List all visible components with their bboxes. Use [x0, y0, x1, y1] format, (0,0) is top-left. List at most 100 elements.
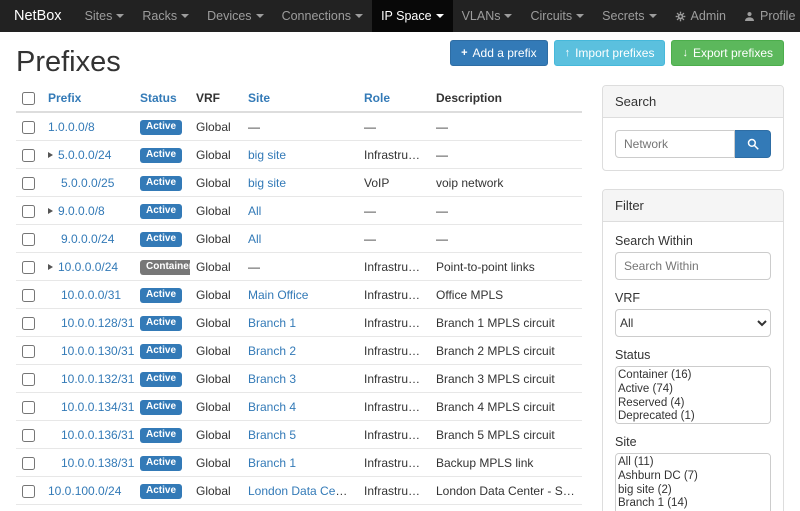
expand-arrow-icon[interactable]: [48, 264, 53, 270]
site-link[interactable]: big site: [248, 176, 286, 190]
table-row: 10.0.0.132/31ActiveGlobalBranch 3Infrast…: [16, 365, 582, 393]
row-checkbox[interactable]: [22, 457, 35, 470]
row-checkbox[interactable]: [22, 205, 35, 218]
brand-logo[interactable]: NetBox: [0, 0, 76, 32]
row-checkbox[interactable]: [22, 429, 35, 442]
nav-item-vlans[interactable]: VLANs: [453, 0, 522, 32]
row-checkbox[interactable]: [22, 121, 35, 134]
expand-arrow-icon[interactable]: [48, 152, 53, 158]
status-label: Status: [615, 348, 771, 362]
table-row: 10.0.100.0/24ActiveGlobalLondon Data Cen…: [16, 477, 582, 505]
row-checkbox[interactable]: [22, 261, 35, 274]
select-all-checkbox[interactable]: [22, 92, 35, 105]
row-checkbox[interactable]: [22, 177, 35, 190]
prefix-table-container: Prefix Status VRF Site Role Description …: [16, 85, 582, 511]
sort-status-header[interactable]: Status: [140, 91, 177, 105]
gear-icon: [675, 11, 686, 22]
import-prefixes-button[interactable]: ↑ Import prefixes: [554, 40, 666, 66]
table-row: 10.0.0.130/31ActiveGlobalBranch 2Infrast…: [16, 337, 582, 365]
role-cell: Infrastructure: [358, 253, 430, 281]
site-select[interactable]: All (11)Ashburn DC (7)big site (2)Branch…: [615, 453, 771, 511]
admin-link[interactable]: Admin: [666, 0, 735, 32]
prefix-link[interactable]: 10.0.0.0/31: [61, 288, 121, 302]
row-checkbox[interactable]: [22, 149, 35, 162]
status-select[interactable]: Container (16)Active (74)Reserved (4)Dep…: [615, 366, 771, 424]
site-cell: —: [248, 120, 260, 134]
prefix-link[interactable]: 5.0.0.0/25: [61, 176, 114, 190]
search-icon: [747, 138, 759, 150]
sort-site-header[interactable]: Site: [248, 91, 270, 105]
role-cell: Infrastructure: [358, 393, 430, 421]
nav-item-devices[interactable]: Devices: [198, 0, 272, 32]
search-button[interactable]: [735, 130, 771, 158]
top-navbar: NetBox SitesRacksDevicesConnectionsIP Sp…: [0, 0, 800, 32]
vrf-cell: Global: [190, 309, 242, 337]
row-checkbox[interactable]: [22, 401, 35, 414]
status-badge: Container: [140, 260, 190, 275]
add-prefix-button[interactable]: + Add a prefix: [450, 40, 547, 66]
role-cell: —: [358, 225, 430, 253]
row-checkbox[interactable]: [22, 485, 35, 498]
vrf-cell: Global: [190, 112, 242, 141]
role-cell: Infrastructure: [358, 477, 430, 505]
prefix-link[interactable]: 10.0.0.136/31: [61, 428, 134, 442]
search-within-input[interactable]: [615, 252, 771, 280]
profile-link[interactable]: Profile: [735, 0, 800, 32]
row-checkbox[interactable]: [22, 289, 35, 302]
site-link[interactable]: big site: [248, 148, 286, 162]
status-badge: Active: [140, 484, 182, 499]
nav-item-racks[interactable]: Racks: [133, 0, 198, 32]
nav-item-connections[interactable]: Connections: [273, 0, 373, 32]
nav-item-sites[interactable]: Sites: [76, 0, 134, 32]
sidebar: Search: [602, 85, 784, 511]
table-row: 1.0.0.0/8ActiveGlobal———: [16, 112, 582, 141]
table-row: 10.0.0.138/31ActiveGlobalBranch 1Infrast…: [16, 449, 582, 477]
status-badge: Active: [140, 344, 182, 359]
vrf-cell: Global: [190, 281, 242, 309]
sort-role-header[interactable]: Role: [364, 91, 390, 105]
prefix-link[interactable]: 10.0.0.0/24: [58, 260, 118, 274]
chevron-down-icon: [181, 14, 189, 18]
row-checkbox[interactable]: [22, 317, 35, 330]
prefix-link[interactable]: 9.0.0.0/24: [61, 232, 114, 246]
site-link[interactable]: Branch 3: [248, 372, 296, 386]
filter-panel: Filter Search Within VRF All Status Cont…: [602, 189, 784, 511]
row-checkbox[interactable]: [22, 373, 35, 386]
description-header: Description: [430, 85, 582, 112]
expand-arrow-icon[interactable]: [48, 208, 53, 214]
search-panel-heading: Search: [603, 86, 783, 118]
nav-item-ip-space[interactable]: IP Space: [372, 0, 453, 32]
prefix-link[interactable]: 10.0.0.132/31: [61, 372, 134, 386]
search-input[interactable]: [615, 130, 735, 158]
export-prefixes-button[interactable]: ↓ Export prefixes: [671, 40, 784, 66]
row-checkbox[interactable]: [22, 233, 35, 246]
prefix-link[interactable]: 1.0.0.0/8: [48, 120, 95, 134]
prefix-link[interactable]: 10.0.0.134/31: [61, 400, 134, 414]
vrf-select[interactable]: All: [615, 309, 771, 337]
site-link[interactable]: All: [248, 204, 261, 218]
table-row: 10.0.0.0/24ContainerGlobal—Infrastructur…: [16, 253, 582, 281]
site-link[interactable]: Branch 2: [248, 344, 296, 358]
user-icon: [744, 11, 755, 22]
table-row: 10.0.0.0/31ActiveGlobalMain OfficeInfras…: [16, 281, 582, 309]
row-checkbox[interactable]: [22, 345, 35, 358]
site-link[interactable]: Branch 1: [248, 316, 296, 330]
table-row: 10.1.0.0/16ContainerGlobalBranch 1——: [16, 505, 582, 511]
prefix-link[interactable]: 10.0.0.130/31: [61, 344, 134, 358]
site-link[interactable]: Branch 5: [248, 428, 296, 442]
site-link[interactable]: Branch 1: [248, 456, 296, 470]
site-link[interactable]: London Data Center: [248, 484, 356, 498]
prefix-link[interactable]: 10.0.0.128/31: [61, 316, 134, 330]
sort-prefix-header[interactable]: Prefix: [48, 91, 81, 105]
site-link[interactable]: Branch 4: [248, 400, 296, 414]
prefix-link[interactable]: 5.0.0.0/24: [58, 148, 111, 162]
description-cell: Branch 2 MPLS circuit: [430, 337, 582, 365]
site-link[interactable]: All: [248, 232, 261, 246]
upload-icon: ↑: [565, 47, 571, 60]
nav-item-secrets[interactable]: Secrets: [593, 0, 665, 32]
prefix-link[interactable]: 9.0.0.0/8: [58, 204, 105, 218]
prefix-link[interactable]: 10.0.0.138/31: [61, 456, 134, 470]
site-link[interactable]: Main Office: [248, 288, 308, 302]
prefix-link[interactable]: 10.0.100.0/24: [48, 484, 121, 498]
nav-item-circuits[interactable]: Circuits: [521, 0, 593, 32]
